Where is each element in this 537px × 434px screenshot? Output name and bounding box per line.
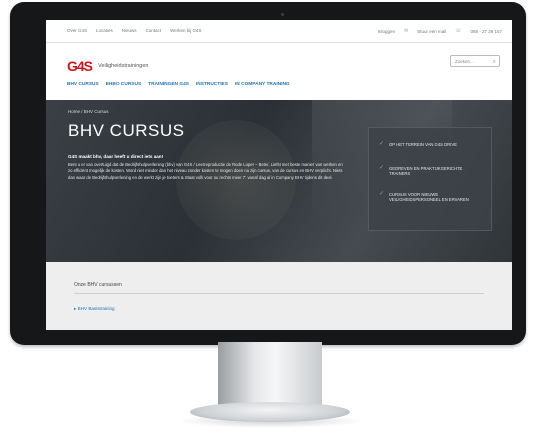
nav-item-ehbo[interactable]: EHBO CURSUS [106, 82, 141, 87]
course-link-label: BHV Basistraining [77, 306, 115, 311]
utility-links: Over G4S Locaties Nieuws Contact Werken … [67, 28, 202, 33]
mail-icon: ✉ [403, 28, 409, 34]
monitor-stand-neck [218, 342, 322, 406]
login-link[interactable]: Inloggen [378, 29, 395, 34]
nav-item-trainingen[interactable]: TRAININGEN G4S [148, 82, 189, 87]
monitor-bezel: Over G4S Locaties Nieuws Contact Werken … [10, 2, 526, 345]
nav-item-in-company[interactable]: IN COMPANY TRAINING [235, 82, 290, 87]
site-header: G4S Veiligheidstrainingen Zoeken... ⌕ BH… [46, 42, 512, 98]
search-icon[interactable]: ⌕ [493, 56, 496, 68]
benefits-box: ✓ OP HET TERREIN VAN G4S DRIVE ✓ GEDREVE… [368, 127, 492, 231]
breadcrumb[interactable]: Home / BHV Cursus [68, 109, 109, 114]
utility-link-contact[interactable]: Contact [146, 28, 162, 33]
phone-icon: ☏ [455, 28, 462, 34]
utility-link-over[interactable]: Over G4S [67, 28, 87, 33]
hero-lead: G4S maakt bhv, daar heeft u direct iets … [68, 154, 164, 159]
utility-actions: Inloggen ✉ Stuur een mail ☏ 088 - 27 26 … [378, 28, 502, 34]
check-icon: ✓ [379, 191, 385, 197]
mail-link[interactable]: Stuur een mail [417, 29, 446, 34]
check-icon: ✓ [379, 141, 385, 147]
search-placeholder: Zoeken... [455, 59, 474, 64]
benefit-item: ✓ CURSUS VOOR NIEUWE VEILIGHEIDSPERSONEE… [379, 191, 483, 203]
benefit-item: ✓ GEDREVEN EN PRAKTIJKGERICHTE TRAINERS [379, 165, 483, 177]
section-title: Onze BHV cursussen [74, 282, 122, 288]
g4s-logo-mark: G4S [67, 58, 93, 74]
courses-section: Onze BHV cursussen ▸ BHV Basistraining [46, 262, 512, 330]
nav-item-bhv[interactable]: BHV CURSUS [67, 82, 99, 87]
check-icon: ✓ [379, 165, 385, 171]
hero-body-text: Bent u er van overtuigd dat de Bedrijfsh… [68, 162, 343, 180]
site-logo[interactable]: G4S Veiligheidstrainingen [67, 58, 148, 74]
utility-link-nieuws[interactable]: Nieuws [122, 28, 137, 33]
utility-link-werken[interactable]: Werken bij G4S [170, 28, 201, 33]
hero-banner: Home / BHV Cursus BHV CURSUS G4S maakt b… [46, 100, 512, 262]
benefit-item: ✓ OP HET TERREIN VAN G4S DRIVE [379, 141, 483, 147]
page-title: BHV CURSUS [68, 121, 185, 140]
benefit-label: GEDREVEN EN PRAKTIJKGERICHTE TRAINERS [389, 166, 463, 177]
utility-link-locaties[interactable]: Locaties [96, 28, 113, 33]
section-divider [74, 293, 484, 294]
logo-tagline: Veiligheidstrainingen [98, 63, 149, 69]
benefit-label: CURSUS VOOR NIEUWE VEILIGHEIDSPERSONEEL … [389, 192, 469, 203]
webcam-dot [281, 13, 284, 16]
main-nav: BHV CURSUS EHBO CURSUS TRAININGEN G4S IN… [67, 82, 290, 87]
search-input[interactable]: Zoeken... ⌕ [450, 55, 500, 67]
monitor-stand-base [190, 402, 350, 422]
phone-number[interactable]: 088 - 27 26 157 [470, 29, 502, 34]
course-link[interactable]: ▸ BHV Basistraining [74, 306, 115, 312]
utility-bar: Over G4S Locaties Nieuws Contact Werken … [46, 20, 512, 43]
benefit-label: OP HET TERREIN VAN G4S DRIVE [389, 142, 457, 147]
website-screen: Over G4S Locaties Nieuws Contact Werken … [46, 20, 512, 330]
nav-item-instructies[interactable]: INSTRUCTIES [196, 82, 228, 87]
